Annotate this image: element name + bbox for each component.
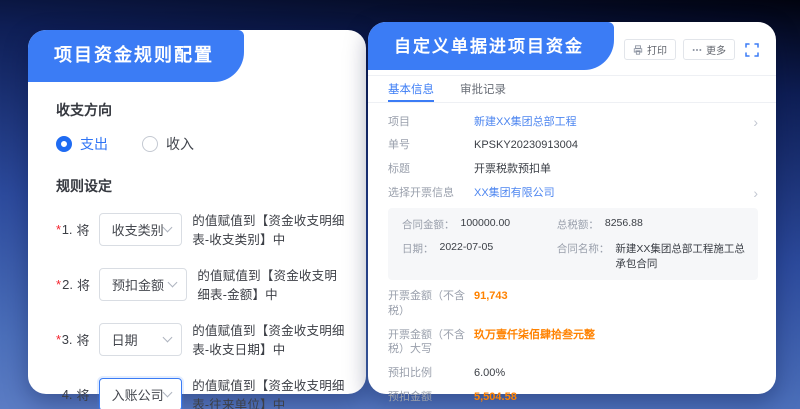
- contract-name-item: 合同名称： 新建XX集团总部工程施工总承包合同: [557, 241, 754, 271]
- tab-approval-record[interactable]: 审批记录: [460, 76, 506, 102]
- more-dots-icon: [692, 45, 702, 55]
- rule-prefix: 将: [77, 275, 90, 294]
- rule-number: 4.: [62, 387, 73, 402]
- printer-icon: [633, 45, 643, 55]
- field-row-invoice-amount-caps: 开票金额（不含税）大写 玖万壹仟柒佰肆拾叁元整: [388, 323, 758, 362]
- field-row-withhold-ratio: 预扣比例 6.00%: [388, 362, 758, 386]
- withhold-amount-value: 5,504.58: [474, 390, 758, 405]
- withhold-ratio-value: 6.00%: [474, 366, 758, 381]
- contract-date-item: 日期： 2022-07-05: [402, 241, 557, 271]
- radio-income[interactable]: 收入: [142, 134, 194, 154]
- field-row-withhold-amount: 预扣金额 5,504.58: [388, 386, 758, 409]
- more-button-label: 更多: [706, 42, 726, 57]
- field-row-title: 标题 开票税款预扣单: [388, 158, 758, 182]
- rule-suffix: 的值赋值到【资金收支明细表-收支日期】中: [192, 320, 348, 358]
- contract-item-label: 日期：: [402, 241, 434, 271]
- chevron-down-icon: [163, 387, 173, 397]
- field-label: 开票金额（不含税）大写: [388, 328, 474, 358]
- invoice-amount-value: 91,743: [474, 289, 758, 304]
- rule-row-1: * 1. 将 收支类别 的值赋值到【资金收支明细表-收支类别】中: [56, 210, 348, 248]
- radio-expense[interactable]: 支出: [56, 134, 108, 154]
- contract-item-value: 2022-07-05: [440, 241, 494, 271]
- rule-suffix: 的值赋值到【资金收支明细表-收支类别】中: [192, 210, 348, 248]
- radio-selected-icon: [56, 136, 72, 152]
- rule-2-field-value: 预扣金额: [112, 275, 164, 294]
- rule-1-field-select[interactable]: 收支类别: [99, 213, 183, 246]
- more-button[interactable]: 更多: [683, 39, 735, 60]
- field-label: 预扣金额: [388, 390, 474, 405]
- document-toolbar: 打印 更多: [624, 39, 762, 60]
- radio-income-label: 收入: [166, 134, 194, 154]
- detail-fields: 项目 新建XX集团总部工程 › 单号 KPSKY20230913004 标题 开…: [368, 103, 776, 409]
- contract-item-label: 总税额：: [557, 217, 599, 232]
- rules-section-label: 规则设定: [56, 176, 348, 196]
- contract-item-value: 100000.00: [461, 217, 511, 232]
- rule-number: 3.: [62, 332, 73, 347]
- field-value: KPSKY20230913004: [474, 138, 758, 153]
- rule-prefix: 将: [77, 330, 90, 349]
- contract-item-label: 合同金额：: [402, 217, 455, 232]
- field-label: 预扣比例: [388, 366, 474, 381]
- rule-row-2: * 2. 将 预扣金额 的值赋值到【资金收支明细表-金额】中: [56, 265, 348, 303]
- field-row-invoice-amount: 开票金额（不含税） 91,743: [388, 284, 758, 323]
- rule-prefix: 将: [77, 220, 90, 239]
- field-label: 选择开票信息: [388, 186, 474, 201]
- field-row-doc-number: 单号 KPSKY20230913004: [388, 134, 758, 158]
- radio-expense-label: 支出: [80, 134, 108, 154]
- contract-amount-item: 合同金额： 100000.00: [402, 217, 557, 232]
- field-row-invoice-info[interactable]: 选择开票信息 XX集团有限公司 ›: [388, 182, 758, 206]
- rule-suffix: 的值赋值到【资金收支明细表-金额】中: [197, 265, 348, 303]
- rule-row-4: 4. 将 入账公司 的值赋值到【资金收支明细表-往来单位】中: [56, 375, 348, 409]
- radio-unselected-icon: [142, 136, 158, 152]
- rule-4-field-value: 入账公司: [112, 385, 164, 404]
- direction-section-label: 收支方向: [56, 100, 348, 120]
- contract-item-value: 8256.88: [605, 217, 643, 232]
- contract-tax-item: 总税额： 8256.88: [557, 217, 754, 232]
- fullscreen-button[interactable]: [742, 40, 762, 60]
- field-value: 开票税款预扣单: [474, 162, 758, 177]
- rule-3-field-select[interactable]: 日期: [99, 323, 183, 356]
- rule-1-field-value: 收支类别: [112, 220, 164, 239]
- rule-prefix: 将: [77, 385, 90, 404]
- chevron-right-icon[interactable]: ›: [753, 115, 758, 129]
- contract-summary-box: 合同金额： 100000.00 总税额： 8256.88 日期： 2022-07…: [388, 208, 758, 280]
- rule-number: 1.: [62, 222, 73, 237]
- fullscreen-icon: [745, 43, 759, 57]
- document-detail-panel: 自定义单据进项目资金 打印 更多 基本信息 审批记录 项目 新建XX集团总部工程: [368, 22, 776, 394]
- print-button-label: 打印: [647, 42, 667, 57]
- invoice-company-link[interactable]: XX集团有限公司: [474, 186, 745, 201]
- tab-basic-info[interactable]: 基本信息: [388, 76, 434, 102]
- field-row-project[interactable]: 项目 新建XX集团总部工程 ›: [388, 110, 758, 134]
- chevron-right-icon[interactable]: ›: [753, 186, 758, 200]
- rule-4-field-select[interactable]: 入账公司: [99, 378, 183, 409]
- print-button[interactable]: 打印: [624, 39, 676, 60]
- direction-radio-group: 支出 收入: [56, 134, 348, 154]
- field-label: 标题: [388, 162, 474, 177]
- detail-tabs: 基本信息 审批记录: [368, 76, 776, 103]
- rule-2-field-select[interactable]: 预扣金额: [99, 268, 187, 301]
- field-label: 单号: [388, 138, 474, 153]
- project-link[interactable]: 新建XX集团总部工程: [474, 115, 745, 130]
- field-label: 开票金额（不含税）: [388, 289, 474, 319]
- contract-item-value: 新建XX集团总部工程施工总承包合同: [615, 241, 754, 271]
- rule-suffix: 的值赋值到【资金收支明细表-往来单位】中: [192, 375, 348, 409]
- rule-config-panel: 项目资金规则配置 收支方向 支出 收入 规则设定 * 1. 将 收支类别 的值赋…: [28, 30, 366, 394]
- document-header: 自定义单据进项目资金 打印 更多: [368, 22, 776, 76]
- chevron-down-icon: [163, 222, 173, 232]
- rule-row-3: * 3. 将 日期 的值赋值到【资金收支明细表-收支日期】中: [56, 320, 348, 358]
- document-title: 自定义单据进项目资金: [368, 22, 614, 70]
- field-label: 项目: [388, 115, 474, 130]
- rule-number: 2.: [62, 277, 73, 292]
- chevron-down-icon: [163, 332, 173, 342]
- contract-item-label: 合同名称：: [557, 241, 610, 271]
- invoice-amount-caps-value: 玖万壹仟柒佰肆拾叁元整: [474, 328, 758, 343]
- chevron-down-icon: [168, 277, 178, 287]
- rule-config-title: 项目资金规则配置: [28, 30, 244, 82]
- rule-3-field-value: 日期: [112, 330, 138, 349]
